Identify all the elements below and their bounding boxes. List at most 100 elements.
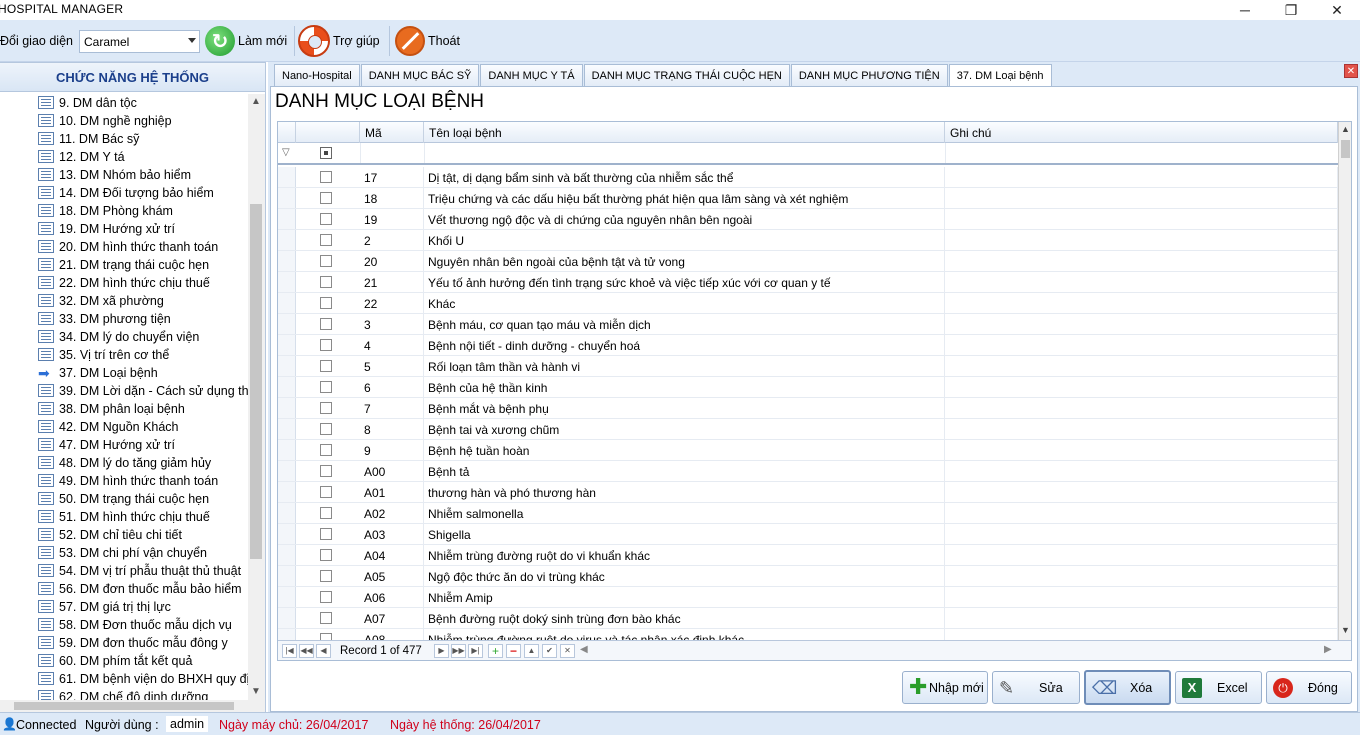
scroll-up-icon[interactable]: ▲ (1339, 124, 1351, 138)
sidebar-horizontal-scrollbar[interactable] (0, 700, 265, 712)
cell-ma[interactable]: 2 (360, 230, 424, 251)
close-window-button[interactable]: ✕ (1314, 0, 1360, 20)
theme-select[interactable]: Caramel (79, 30, 200, 53)
sidebar-item[interactable]: 53. DM chi phí vận chuyển (0, 544, 248, 562)
cell-ghi-chu[interactable] (945, 461, 1338, 482)
sidebar-item[interactable]: 9. DM dân tộc (0, 94, 248, 112)
cell-ma[interactable]: 19 (360, 209, 424, 230)
cell-ten-loai-benh[interactable]: Nhiễm salmonella (424, 503, 945, 524)
cell-ten-loai-benh[interactable]: Bệnh tai và xương chũm (424, 419, 945, 440)
cell-ghi-chu[interactable] (945, 188, 1338, 209)
minimize-button[interactable]: ─ (1222, 0, 1268, 20)
table-row[interactable]: A07 Bệnh đường ruột doký sinh trùng đơn b… (278, 608, 1338, 629)
row-checkbox[interactable] (320, 465, 332, 477)
cell-ma[interactable]: A05 (360, 566, 424, 587)
table-row[interactable]: A02 Nhiễm salmonella (278, 503, 1338, 524)
tab[interactable]: Nano-Hospital (274, 64, 360, 86)
cell-ma[interactable]: 5 (360, 356, 424, 377)
row-checkbox[interactable] (320, 570, 332, 582)
cell-ghi-chu[interactable] (945, 545, 1338, 566)
new-button[interactable]: ✚ Nhập mới (902, 671, 988, 704)
sidebar-item[interactable]: ➡ 37. DM Loại bệnh (0, 364, 248, 382)
cell-ten-loai-benh[interactable]: Nhiễm trùng đường ruột do virus và tác n… (424, 629, 945, 640)
table-row[interactable]: A01 thương hàn và phó thương hàn (278, 482, 1338, 503)
cell-ten-loai-benh[interactable]: thương hàn và phó thương hàn (424, 482, 945, 503)
row-indicator[interactable] (278, 461, 296, 481)
cell-ma[interactable]: 21 (360, 272, 424, 293)
row-indicator[interactable] (278, 398, 296, 418)
scroll-thumb[interactable] (14, 702, 234, 710)
cell-ten-loai-benh[interactable]: Bệnh nội tiết - dinh dưỡng - chuyển hoá (424, 335, 945, 356)
cell-ma[interactable]: A00 (360, 461, 424, 482)
exit-button[interactable]: Thoát (395, 24, 460, 58)
scroll-thumb[interactable] (1341, 140, 1350, 158)
row-checkbox[interactable] (320, 612, 332, 624)
row-checkbox[interactable] (320, 192, 332, 204)
cell-ten-loai-benh[interactable]: Bệnh đường ruột doký sinh trùng đơn bào … (424, 608, 945, 629)
sidebar-item[interactable]: 61. DM bệnh viện do BHXH quy định (0, 670, 248, 688)
cell-ma[interactable]: 6 (360, 377, 424, 398)
row-indicator[interactable] (278, 524, 296, 544)
maximize-button[interactable]: ❐ (1268, 0, 1314, 20)
cell-ghi-chu[interactable] (945, 587, 1338, 608)
sidebar-item[interactable]: 59. DM đơn thuốc mẫu đông y (0, 634, 248, 652)
table-row[interactable]: A03 Shigella (278, 524, 1338, 545)
row-checkbox[interactable] (320, 297, 332, 309)
sidebar-item[interactable]: 50. DM trạng thái cuộc hẹn (0, 490, 248, 508)
sidebar-item[interactable]: 42. DM Nguồn Khách (0, 418, 248, 436)
table-row[interactable]: 22 Khác (278, 293, 1338, 314)
sidebar-item[interactable]: 62. DM chế độ dinh dưỡng (0, 688, 248, 700)
sidebar-item[interactable]: 57. DM giá trị thị lực (0, 598, 248, 616)
cell-ten-loai-benh[interactable]: Nhiễm trùng đường ruột do vi khuẩn khác (424, 545, 945, 566)
row-checkbox[interactable] (320, 234, 332, 246)
cell-ghi-chu[interactable] (945, 167, 1338, 188)
row-checkbox[interactable] (320, 423, 332, 435)
tab[interactable]: DANH MỤC PHƯƠNG TIỆN (790, 64, 948, 86)
edit-button[interactable]: ✎ Sửa (992, 671, 1080, 704)
cell-ghi-chu[interactable] (945, 440, 1338, 461)
cell-ghi-chu[interactable] (945, 356, 1338, 377)
sidebar-item[interactable]: 22. DM hình thức chịu thuế (0, 274, 248, 292)
cell-ten-loai-benh[interactable]: Rối loạn tâm thần và hành vi (424, 356, 945, 377)
sidebar-item[interactable]: 10. DM nghề nghiệp (0, 112, 248, 130)
scroll-down-icon[interactable]: ▼ (251, 686, 261, 697)
cell-ten-loai-benh[interactable]: Vết thương ngộ độc và di chứng của nguyê… (424, 209, 945, 230)
row-indicator[interactable] (278, 209, 296, 229)
column-header-ma[interactable]: Mã (360, 122, 424, 143)
sidebar-item[interactable]: 32. DM xã phường (0, 292, 248, 310)
cell-ma[interactable]: 22 (360, 293, 424, 314)
sidebar-item[interactable]: 21. DM trạng thái cuộc hẹn (0, 256, 248, 274)
row-indicator[interactable] (278, 377, 296, 397)
row-indicator[interactable] (278, 566, 296, 586)
row-checkbox[interactable] (320, 507, 332, 519)
cell-ten-loai-benh[interactable]: Dị tật, dị dạng bẩm sinh và bất thường c… (424, 167, 945, 188)
scroll-left-icon[interactable]: ◀ (580, 644, 588, 655)
row-checkbox[interactable] (320, 402, 332, 414)
cell-ma[interactable]: 20 (360, 251, 424, 272)
add-record-icon[interactable]: + (488, 644, 503, 658)
row-indicator[interactable] (278, 230, 296, 250)
table-row[interactable]: 21 Yếu tố ảnh hưởng đến tình trạng sức kh… (278, 272, 1338, 293)
table-row[interactable]: 20 Nguyên nhân bên ngoài của bệnh tật và … (278, 251, 1338, 272)
row-checkbox[interactable] (320, 171, 332, 183)
cell-ghi-chu[interactable] (945, 398, 1338, 419)
cell-ma[interactable]: A06 (360, 587, 424, 608)
sidebar-vertical-scrollbar[interactable]: ▲ ▼ (248, 94, 265, 700)
cell-ten-loai-benh[interactable]: Bệnh máu, cơ quan tạo máu và miễn dịch (424, 314, 945, 335)
sidebar-item[interactable]: 11. DM Bác sỹ (0, 130, 248, 148)
row-checkbox[interactable] (320, 276, 332, 288)
cell-ma[interactable]: 4 (360, 335, 424, 356)
row-checkbox[interactable] (320, 486, 332, 498)
row-checkbox[interactable] (320, 528, 332, 540)
row-checkbox[interactable] (320, 444, 332, 456)
row-indicator[interactable] (278, 293, 296, 313)
scroll-right-icon[interactable]: ▶ (1324, 644, 1332, 655)
row-checkbox[interactable] (320, 360, 332, 372)
refresh-button[interactable]: ↻ Làm mới (205, 24, 287, 58)
cell-ten-loai-benh[interactable]: Bệnh của hệ thần kinh (424, 377, 945, 398)
cell-ten-loai-benh[interactable]: Bệnh mắt và bệnh phụ (424, 398, 945, 419)
sidebar-item[interactable]: 35. Vị trí trên cơ thể (0, 346, 248, 364)
cell-ma[interactable]: 17 (360, 167, 424, 188)
table-row[interactable]: 4 Bệnh nội tiết - dinh dưỡng - chuyển hoá (278, 335, 1338, 356)
cell-ma[interactable]: A04 (360, 545, 424, 566)
